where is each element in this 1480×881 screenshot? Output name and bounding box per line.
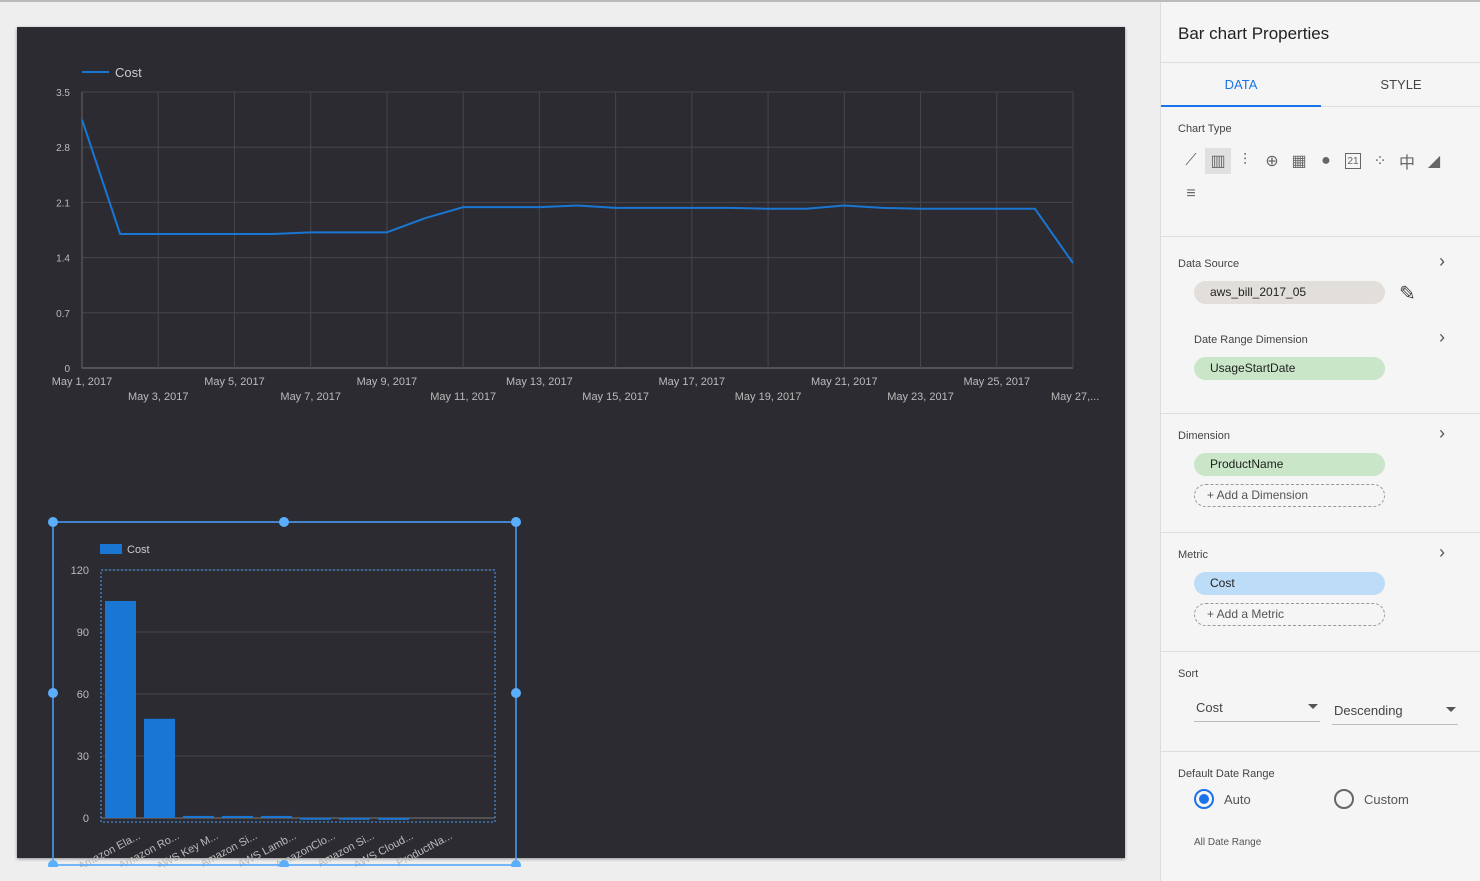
dropdown-arrow-icon xyxy=(1446,707,1456,712)
y-tick-label: 90 xyxy=(77,627,89,639)
data-source-chip[interactable]: aws_bill_2017_05 xyxy=(1194,281,1385,304)
tab-data[interactable]: DATA xyxy=(1161,63,1321,107)
geo-map-icon[interactable]: ● xyxy=(1313,148,1339,174)
y-tick-label: 0 xyxy=(64,364,70,375)
custom-radio[interactable] xyxy=(1334,789,1354,809)
tab-style[interactable]: STYLE xyxy=(1321,63,1480,107)
y-tick-label: 30 xyxy=(77,751,89,763)
chevron-right-icon[interactable]: › xyxy=(1439,251,1445,272)
y-tick-label: 2.8 xyxy=(56,143,70,154)
resize-handle[interactable] xyxy=(511,688,521,698)
default-date-range-label: Default Date Range xyxy=(1178,768,1275,780)
properties-panel: Bar chart Properties DATA STYLE Chart Ty… xyxy=(1160,2,1480,881)
x-tick-label: May 25, 2017 xyxy=(963,376,1030,388)
resize-handle[interactable] xyxy=(279,517,289,527)
y-tick-label: 0.7 xyxy=(56,309,70,320)
line-chart[interactable]: Cost 0 0.7 1.4 2.1 2.8 3.5 May 1, 2017 May 3, 20… xyxy=(17,27,1125,427)
x-tick-label: May 13, 2017 xyxy=(506,376,573,388)
y-tick-label: 60 xyxy=(77,689,89,701)
date-range-dimension-label: Date Range Dimension xyxy=(1194,334,1308,346)
bar xyxy=(144,718,175,818)
resize-handle[interactable] xyxy=(48,517,58,527)
custom-label: Custom xyxy=(1364,792,1409,807)
bar xyxy=(339,817,370,820)
sort-order-value: Descending xyxy=(1334,703,1403,718)
x-tick-label: May 23, 2017 xyxy=(887,391,954,403)
bar-chart[interactable]: Cost0306090120Amazon Ela...Amazon Ro...A… xyxy=(17,487,537,867)
x-tick-label: May 21, 2017 xyxy=(811,376,878,388)
bar-chart-icon[interactable]: ▥ xyxy=(1205,148,1231,174)
date-range-section: Default Date Range Auto Custom All Date … xyxy=(1161,752,1480,881)
combo-chart-icon[interactable]: ⫶ xyxy=(1232,148,1258,174)
metric-chip[interactable]: Cost xyxy=(1194,572,1385,595)
filter-control-icon[interactable]: ≡ xyxy=(1178,181,1204,207)
auto-radio[interactable] xyxy=(1194,789,1214,809)
sort-field-select[interactable]: Cost xyxy=(1194,700,1320,722)
dimension-label: Dimension xyxy=(1178,430,1230,442)
resize-handle[interactable] xyxy=(511,517,521,527)
scorecard-icon[interactable]: 21 xyxy=(1345,153,1361,169)
x-tick-label: May 3, 2017 xyxy=(128,391,189,403)
date-range-dimension-chip[interactable]: UsageStartDate xyxy=(1194,357,1385,380)
resize-handle[interactable] xyxy=(511,860,521,867)
x-tick-label: May 17, 2017 xyxy=(659,376,726,388)
all-date-range-note: All Date Range xyxy=(1194,837,1262,848)
chevron-right-icon[interactable]: › xyxy=(1439,327,1445,348)
report-canvas: Cost 0 0.7 1.4 2.1 2.8 3.5 May 1, 2017 May 3, 20… xyxy=(17,27,1125,867)
y-tick-label: 2.1 xyxy=(56,198,70,209)
y-tick-label: 3.5 xyxy=(56,88,70,99)
resize-handle[interactable] xyxy=(48,860,58,867)
y-tick-label: 0 xyxy=(83,813,89,825)
x-tick-label: May 9, 2017 xyxy=(357,376,418,388)
table-icon[interactable]: ▦ xyxy=(1286,148,1312,174)
bar xyxy=(183,815,214,818)
chevron-right-icon[interactable]: › xyxy=(1439,542,1445,563)
bullet-icon[interactable]: 中 xyxy=(1394,148,1420,174)
add-dimension-button[interactable]: + Add a Dimension xyxy=(1194,484,1385,507)
sort-field-value: Cost xyxy=(1196,700,1223,715)
bar xyxy=(378,817,409,820)
sort-order-select[interactable]: Descending xyxy=(1332,703,1458,725)
add-metric-button[interactable]: + Add a Metric xyxy=(1194,603,1385,626)
area-chart-icon[interactable]: ◢ xyxy=(1421,148,1447,174)
x-tick-label: May 15, 2017 xyxy=(582,391,649,403)
data-source-section: Data Source › aws_bill_2017_05 ✎ Date Ra… xyxy=(1161,237,1480,414)
x-tick-label: May 27,... xyxy=(1051,391,1099,403)
x-tick-label: May 5, 2017 xyxy=(204,376,265,388)
metric-section: Metric › Cost + Add a Metric xyxy=(1161,533,1480,652)
x-tick-label: May 11, 2017 xyxy=(430,391,496,403)
auto-label: Auto xyxy=(1224,792,1251,807)
resize-handle[interactable] xyxy=(48,688,58,698)
pie-chart-icon[interactable]: ⊕ xyxy=(1259,148,1285,174)
chart-type-label: Chart Type xyxy=(1178,123,1232,135)
scatter-icon[interactable]: ⁘ xyxy=(1367,148,1393,174)
data-source-label: Data Source xyxy=(1178,258,1240,270)
dimension-section: Dimension › ProductName + Add a Dimensio… xyxy=(1161,414,1480,533)
edit-pencil-icon[interactable]: ✎ xyxy=(1399,281,1416,306)
metric-label: Metric xyxy=(1178,549,1208,561)
x-tick-label: May 1, 2017 xyxy=(52,376,113,388)
y-tick-label: 1.4 xyxy=(56,254,70,265)
legend-swatch xyxy=(100,544,122,554)
bar xyxy=(105,601,136,818)
series-line-cost xyxy=(81,119,1074,264)
panel-tabs: DATA STYLE xyxy=(1161,62,1480,107)
x-tick-label: May 19, 2017 xyxy=(735,391,802,403)
legend-label: Cost xyxy=(127,544,150,556)
sort-label: Sort xyxy=(1178,668,1199,680)
legend-label: Cost xyxy=(115,65,142,80)
x-tick-label: May 7, 2017 xyxy=(280,391,341,403)
dropdown-arrow-icon xyxy=(1308,704,1318,709)
sort-section: Sort Cost Descending xyxy=(1161,652,1480,752)
bar xyxy=(261,815,292,818)
bar xyxy=(222,815,253,818)
bar xyxy=(300,817,331,820)
panel-title: Bar chart Properties xyxy=(1178,24,1330,43)
line-chart-icon[interactable]: ⟋ xyxy=(1178,148,1204,174)
dimension-chip[interactable]: ProductName xyxy=(1194,453,1385,476)
chevron-right-icon[interactable]: › xyxy=(1439,423,1445,444)
y-tick-label: 120 xyxy=(71,565,89,577)
